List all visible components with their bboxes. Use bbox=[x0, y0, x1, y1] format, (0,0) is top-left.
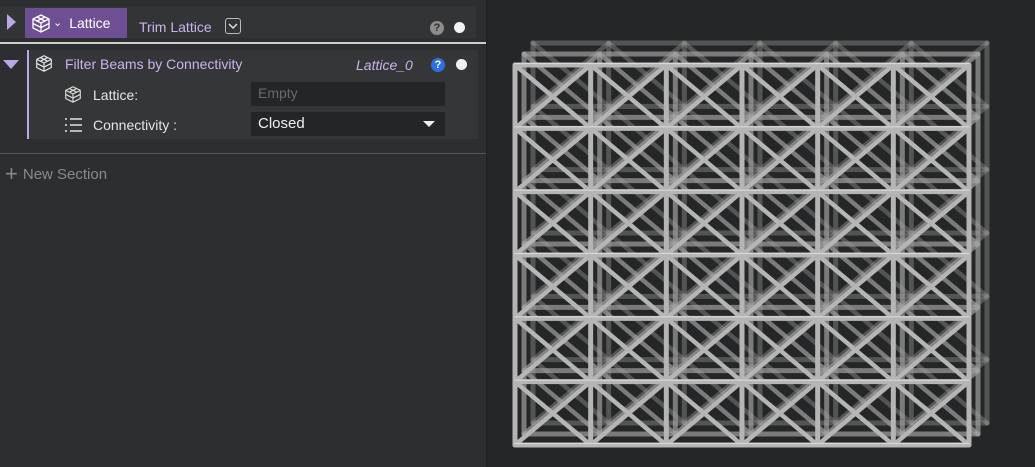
trim-lattice-name: Trim Lattice bbox=[139, 19, 212, 35]
triangle-right-icon bbox=[6, 14, 16, 30]
triangle-down-icon bbox=[3, 59, 19, 69]
help-icon[interactable]: ? bbox=[431, 58, 445, 72]
trim-lattice-row: ⌄ Lattice Trim Lattice ? bbox=[0, 6, 476, 38]
connectivity-select[interactable]: Closed bbox=[251, 112, 445, 136]
visibility-toggle[interactable] bbox=[456, 59, 467, 70]
lattice-tag-label: Lattice bbox=[69, 15, 111, 31]
properties-panel: ⌄ Lattice Trim Lattice ? Filter Beams by… bbox=[0, 0, 487, 467]
expand-toggle[interactable] bbox=[2, 8, 20, 36]
trim-dropdown-button[interactable] bbox=[225, 18, 241, 34]
connectivity-value: Closed bbox=[258, 115, 305, 132]
section-title: Filter Beams by Connectivity bbox=[65, 56, 243, 72]
lattice-cube-icon bbox=[36, 55, 52, 72]
collapse-toggle[interactable] bbox=[2, 50, 20, 78]
divider bbox=[0, 153, 486, 154]
new-section-label: New Section bbox=[22, 165, 108, 183]
chevron-down-icon bbox=[228, 23, 238, 30]
visibility-toggle[interactable] bbox=[454, 22, 465, 33]
lattice-preview bbox=[512, 40, 990, 448]
3d-viewport[interactable] bbox=[487, 0, 1035, 467]
plus-icon: + bbox=[5, 161, 18, 186]
dropdown-arrow-icon bbox=[423, 121, 435, 127]
output-name[interactable]: Lattice_0 bbox=[356, 57, 413, 73]
lattice-input-label: Lattice: bbox=[93, 87, 139, 103]
filter-beams-section: Filter Beams by Connectivity Lattice_0 ?… bbox=[27, 50, 478, 139]
divider bbox=[0, 42, 486, 44]
lattice-cube-icon bbox=[65, 86, 81, 103]
help-icon[interactable]: ? bbox=[430, 21, 444, 35]
lattice-type-tag[interactable]: ⌄ Lattice bbox=[25, 8, 127, 38]
connectivity-label: Connectivity : bbox=[93, 117, 178, 133]
list-icon bbox=[65, 118, 82, 132]
new-section-button[interactable]: + New Section bbox=[5, 161, 108, 186]
chevron-down-icon: ⌄ bbox=[53, 17, 63, 29]
lattice-cube-icon bbox=[32, 14, 50, 33]
lattice-input-field[interactable]: Empty bbox=[251, 82, 445, 106]
